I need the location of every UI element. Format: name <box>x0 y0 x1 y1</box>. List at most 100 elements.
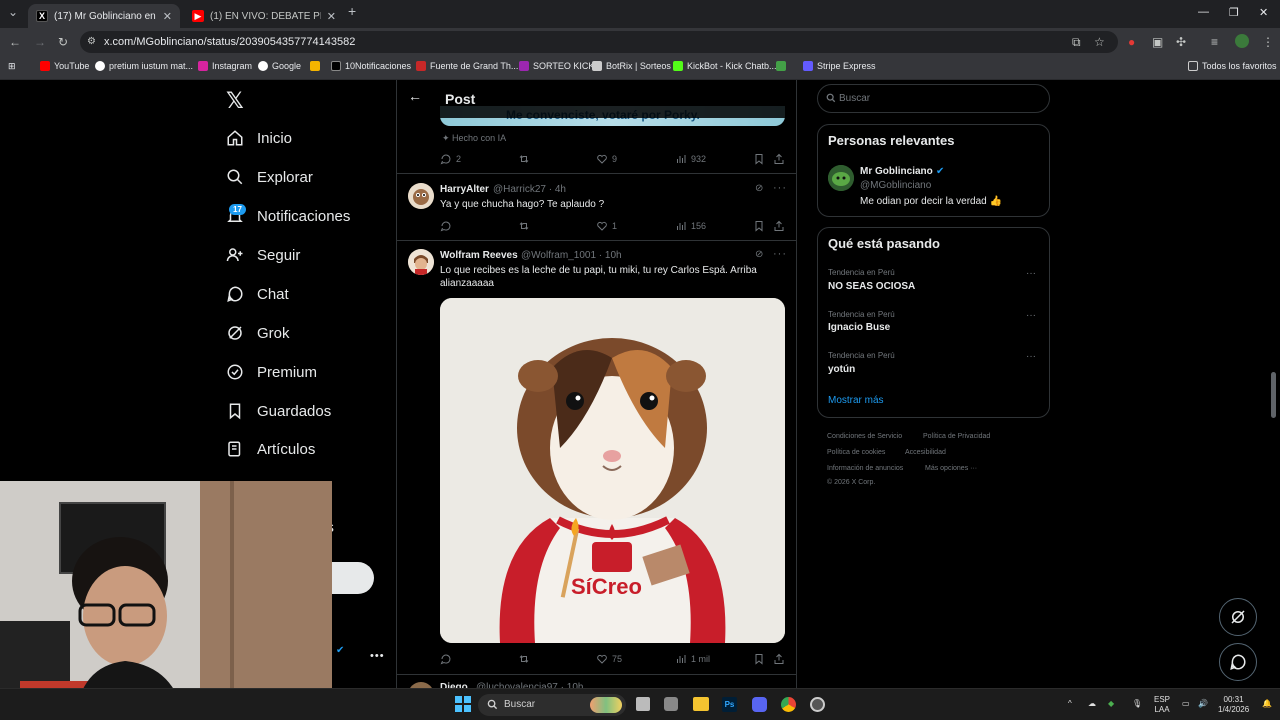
bookmark-button[interactable] <box>753 220 765 232</box>
bookmark-button[interactable] <box>753 153 765 165</box>
footer-link[interactable]: Condiciones de Servicio <box>827 433 902 440</box>
author-handle[interactable]: @MGoblinciano <box>860 180 931 191</box>
site-info-icon[interactable]: ⚙ <box>87 36 96 47</box>
bookmark-button[interactable] <box>753 653 765 665</box>
close-tab-icon[interactable]: ✕ <box>163 10 172 23</box>
post-image-guinea-pig[interactable]: SíCreo <box>440 298 785 643</box>
tab-debate[interactable]: ▶ (1) EN VIVO: DEBATE PRESIDEN ✕ <box>184 4 344 28</box>
post-more-icon[interactable]: ··· <box>773 182 787 194</box>
notifications-icon[interactable]: 🔔 <box>1262 699 1272 709</box>
avatar-wolfram[interactable] <box>408 249 434 275</box>
bookmark-number[interactable] <box>776 61 786 71</box>
trend-more-icon[interactable]: ··· <box>1026 310 1036 321</box>
tab-goblinciano[interactable]: X (17) Mr Goblinciano en X: "Ya e ✕ <box>28 4 180 28</box>
back-icon[interactable]: ← <box>9 35 21 49</box>
close-window-icon[interactable]: ✕ <box>1259 6 1268 19</box>
bookmark-kickbot[interactable]: KickBot - Kick Chatb... <box>673 61 777 71</box>
tray-app-icon[interactable]: ☁ <box>1088 699 1096 709</box>
trend-name[interactable]: NO SEAS OCIOSA <box>828 281 915 292</box>
app-icon[interactable] <box>664 697 678 711</box>
all-bookmarks[interactable]: Todos los favoritos <box>1188 61 1277 71</box>
back-arrow-icon[interactable]: ← <box>408 88 422 104</box>
footer-link[interactable]: Política de cookies <box>827 449 885 456</box>
bookmark-stripe[interactable]: Stripe Express <box>803 61 876 71</box>
language-indicator[interactable]: ESP LAA <box>1154 695 1170 715</box>
new-tab-plus-icon[interactable]: + <box>348 3 356 19</box>
avatar-goblinciano[interactable] <box>828 165 854 191</box>
forward-icon[interactable]: → <box>34 35 46 49</box>
bookmark-star-app[interactable] <box>310 61 320 71</box>
grok-fab[interactable] <box>1219 598 1257 636</box>
nav-articles[interactable]: Artículos <box>226 437 315 461</box>
extension-red-icon[interactable]: ● <box>1128 35 1135 49</box>
author-handle[interactable]: @Harrick27 · 4h <box>493 184 566 195</box>
account-more-icon[interactable]: ••• <box>370 650 385 662</box>
post-more-icon[interactable]: ··· <box>773 248 787 260</box>
tray-mic-icon[interactable]: 🎙 <box>1132 699 1142 709</box>
repost-button[interactable] <box>518 153 530 165</box>
show-more-link[interactable]: Mostrar más <box>828 395 884 406</box>
author-name[interactable]: Mr Goblinciano <box>860 166 933 177</box>
messages-fab[interactable] <box>1219 643 1257 681</box>
apps-grid-icon[interactable]: ⊞ <box>8 61 16 72</box>
trend-more-icon[interactable]: ··· <box>1026 351 1036 362</box>
footer-link[interactable]: Más opciones ··· <box>925 465 977 472</box>
tray-shield-icon[interactable]: ◆ <box>1108 699 1114 709</box>
network-icon[interactable]: ▭ <box>1182 699 1190 709</box>
author-name[interactable]: Wolfram Reeves <box>440 250 518 261</box>
obs-icon[interactable] <box>810 697 825 712</box>
nav-home[interactable]: Inicio <box>226 126 292 150</box>
close-tab-icon[interactable]: ✕ <box>327 10 336 23</box>
nav-premium[interactable]: Premium <box>226 360 317 384</box>
nav-chat[interactable]: Chat <box>226 282 289 306</box>
reply-button[interactable] <box>440 220 452 232</box>
minimize-icon[interactable]: — <box>1198 6 1209 18</box>
bookmark-star-icon[interactable]: ☆ <box>1094 35 1105 49</box>
author-handle[interactable]: @Wolfram_1001 · 10h <box>521 250 622 261</box>
windows-start-icon[interactable] <box>455 696 471 712</box>
repost-button[interactable] <box>518 653 530 665</box>
discord-icon[interactable] <box>752 697 767 712</box>
task-view-icon[interactable] <box>636 697 650 711</box>
chrome-icon[interactable] <box>781 697 796 712</box>
footer-link[interactable]: Accesibilidad <box>905 449 946 456</box>
profile-avatar[interactable] <box>1235 34 1249 48</box>
nav-grok[interactable]: Grok <box>226 321 290 345</box>
share-button[interactable] <box>773 220 785 232</box>
grok-explain-icon[interactable]: ⊘ <box>755 249 763 260</box>
footer-link[interactable]: Información de anuncios <box>827 465 903 472</box>
x-logo-icon[interactable]: 𝕏 <box>226 88 244 114</box>
bookmark-botrix[interactable]: BotRix | Sorteos <box>592 61 671 71</box>
volume-icon[interactable]: 🔊 <box>1198 699 1208 709</box>
photoshop-icon[interactable]: Ps <box>722 697 737 712</box>
clock[interactable]: 00:31 1/4/2026 <box>1218 695 1249 715</box>
like-button[interactable]: 9 <box>596 153 617 165</box>
reply-button[interactable]: 2 <box>440 153 461 165</box>
bookmark-10notif[interactable]: 10Notificaciones <box>331 61 411 71</box>
nav-bookmarks[interactable]: Guardados <box>226 399 331 423</box>
avatar-harryalter[interactable] <box>408 183 434 209</box>
like-button[interactable]: 1 <box>596 220 617 232</box>
restore-icon[interactable]: ❐ <box>1229 6 1239 19</box>
bookmark-pretium[interactable]: pretium iustum mat... <box>95 61 193 71</box>
extension-icon[interactable]: ▣ <box>1152 35 1163 49</box>
nav-explore[interactable]: Explorar <box>226 165 313 189</box>
trend-more-icon[interactable]: ··· <box>1026 268 1036 279</box>
share-button[interactable] <box>773 653 785 665</box>
file-explorer-icon[interactable] <box>693 697 709 711</box>
install-app-icon[interactable]: ⧉ <box>1072 35 1081 50</box>
bookmark-google[interactable]: Google <box>258 61 301 71</box>
page-scrollbar[interactable] <box>1271 372 1276 418</box>
grok-explain-icon[interactable]: ⊘ <box>755 183 763 194</box>
reload-icon[interactable]: ↻ <box>58 35 68 49</box>
reply-button[interactable] <box>440 653 452 665</box>
tray-chevron-icon[interactable]: ^ <box>1068 699 1072 709</box>
bookmark-youtube[interactable]: YouTube <box>40 61 89 71</box>
share-button[interactable] <box>773 153 785 165</box>
extensions-puzzle-icon[interactable]: ✣ <box>1176 35 1186 49</box>
like-button[interactable]: 75 <box>596 653 622 665</box>
trend-name[interactable]: yotún <box>828 364 855 375</box>
author-name[interactable]: HarryAlter <box>440 184 489 195</box>
bookmark-gta[interactable]: Fuente de Grand Th... <box>416 61 518 71</box>
nav-follow[interactable]: Seguir <box>226 243 300 267</box>
